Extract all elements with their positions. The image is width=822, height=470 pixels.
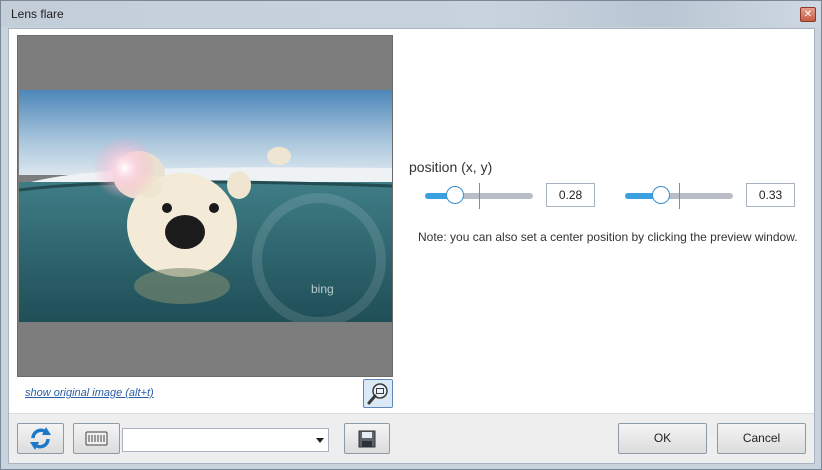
position-label: position (x, y): [409, 159, 493, 175]
position-y-slider[interactable]: [625, 183, 733, 209]
cancel-button[interactable]: Cancel: [717, 423, 806, 454]
preset-dropdown[interactable]: [122, 428, 329, 452]
slider-thumb[interactable]: [651, 186, 670, 204]
chevron-down-icon: [316, 438, 324, 443]
save-preset-button[interactable]: [344, 423, 390, 454]
footer-bar: OK Cancel: [9, 413, 814, 463]
polar-bear-photo: bing: [19, 90, 392, 322]
slider-thumb[interactable]: [446, 186, 465, 204]
dialog-window: Lens flare ✕ bing show original image (a…: [0, 0, 822, 470]
refresh-button[interactable]: [17, 423, 64, 454]
magnifier-icon: [367, 383, 388, 405]
preview-image[interactable]: bing: [19, 90, 392, 322]
dialog-client: bing show original image (alt+t) positio…: [8, 28, 815, 464]
slider-center-tick: [679, 183, 680, 209]
keyboard-icon: [85, 431, 108, 446]
bing-watermark: bing: [311, 282, 334, 296]
slider-center-tick: [479, 183, 480, 209]
show-original-link[interactable]: show original image (alt+t): [25, 387, 154, 399]
position-x-input[interactable]: 0.28: [546, 183, 595, 207]
ok-button-label: OK: [653, 431, 672, 445]
preview-window[interactable]: bing: [17, 35, 393, 377]
keyboard-button[interactable]: [73, 423, 120, 454]
window-title: Lens flare: [11, 7, 64, 21]
refresh-icon: [30, 427, 51, 450]
cancel-button-label: Cancel: [742, 431, 781, 445]
ok-button[interactable]: OK: [618, 423, 707, 454]
close-button[interactable]: ✕: [800, 7, 816, 22]
title-bar[interactable]: Lens flare ✕: [1, 1, 821, 27]
zoom-button[interactable]: [363, 379, 393, 408]
save-icon: [358, 430, 376, 448]
position-x-slider[interactable]: [425, 183, 533, 209]
position-y-input[interactable]: 0.33: [746, 183, 795, 207]
close-icon: ✕: [803, 9, 813, 20]
note-text: Note: you can also set a center position…: [418, 230, 798, 244]
